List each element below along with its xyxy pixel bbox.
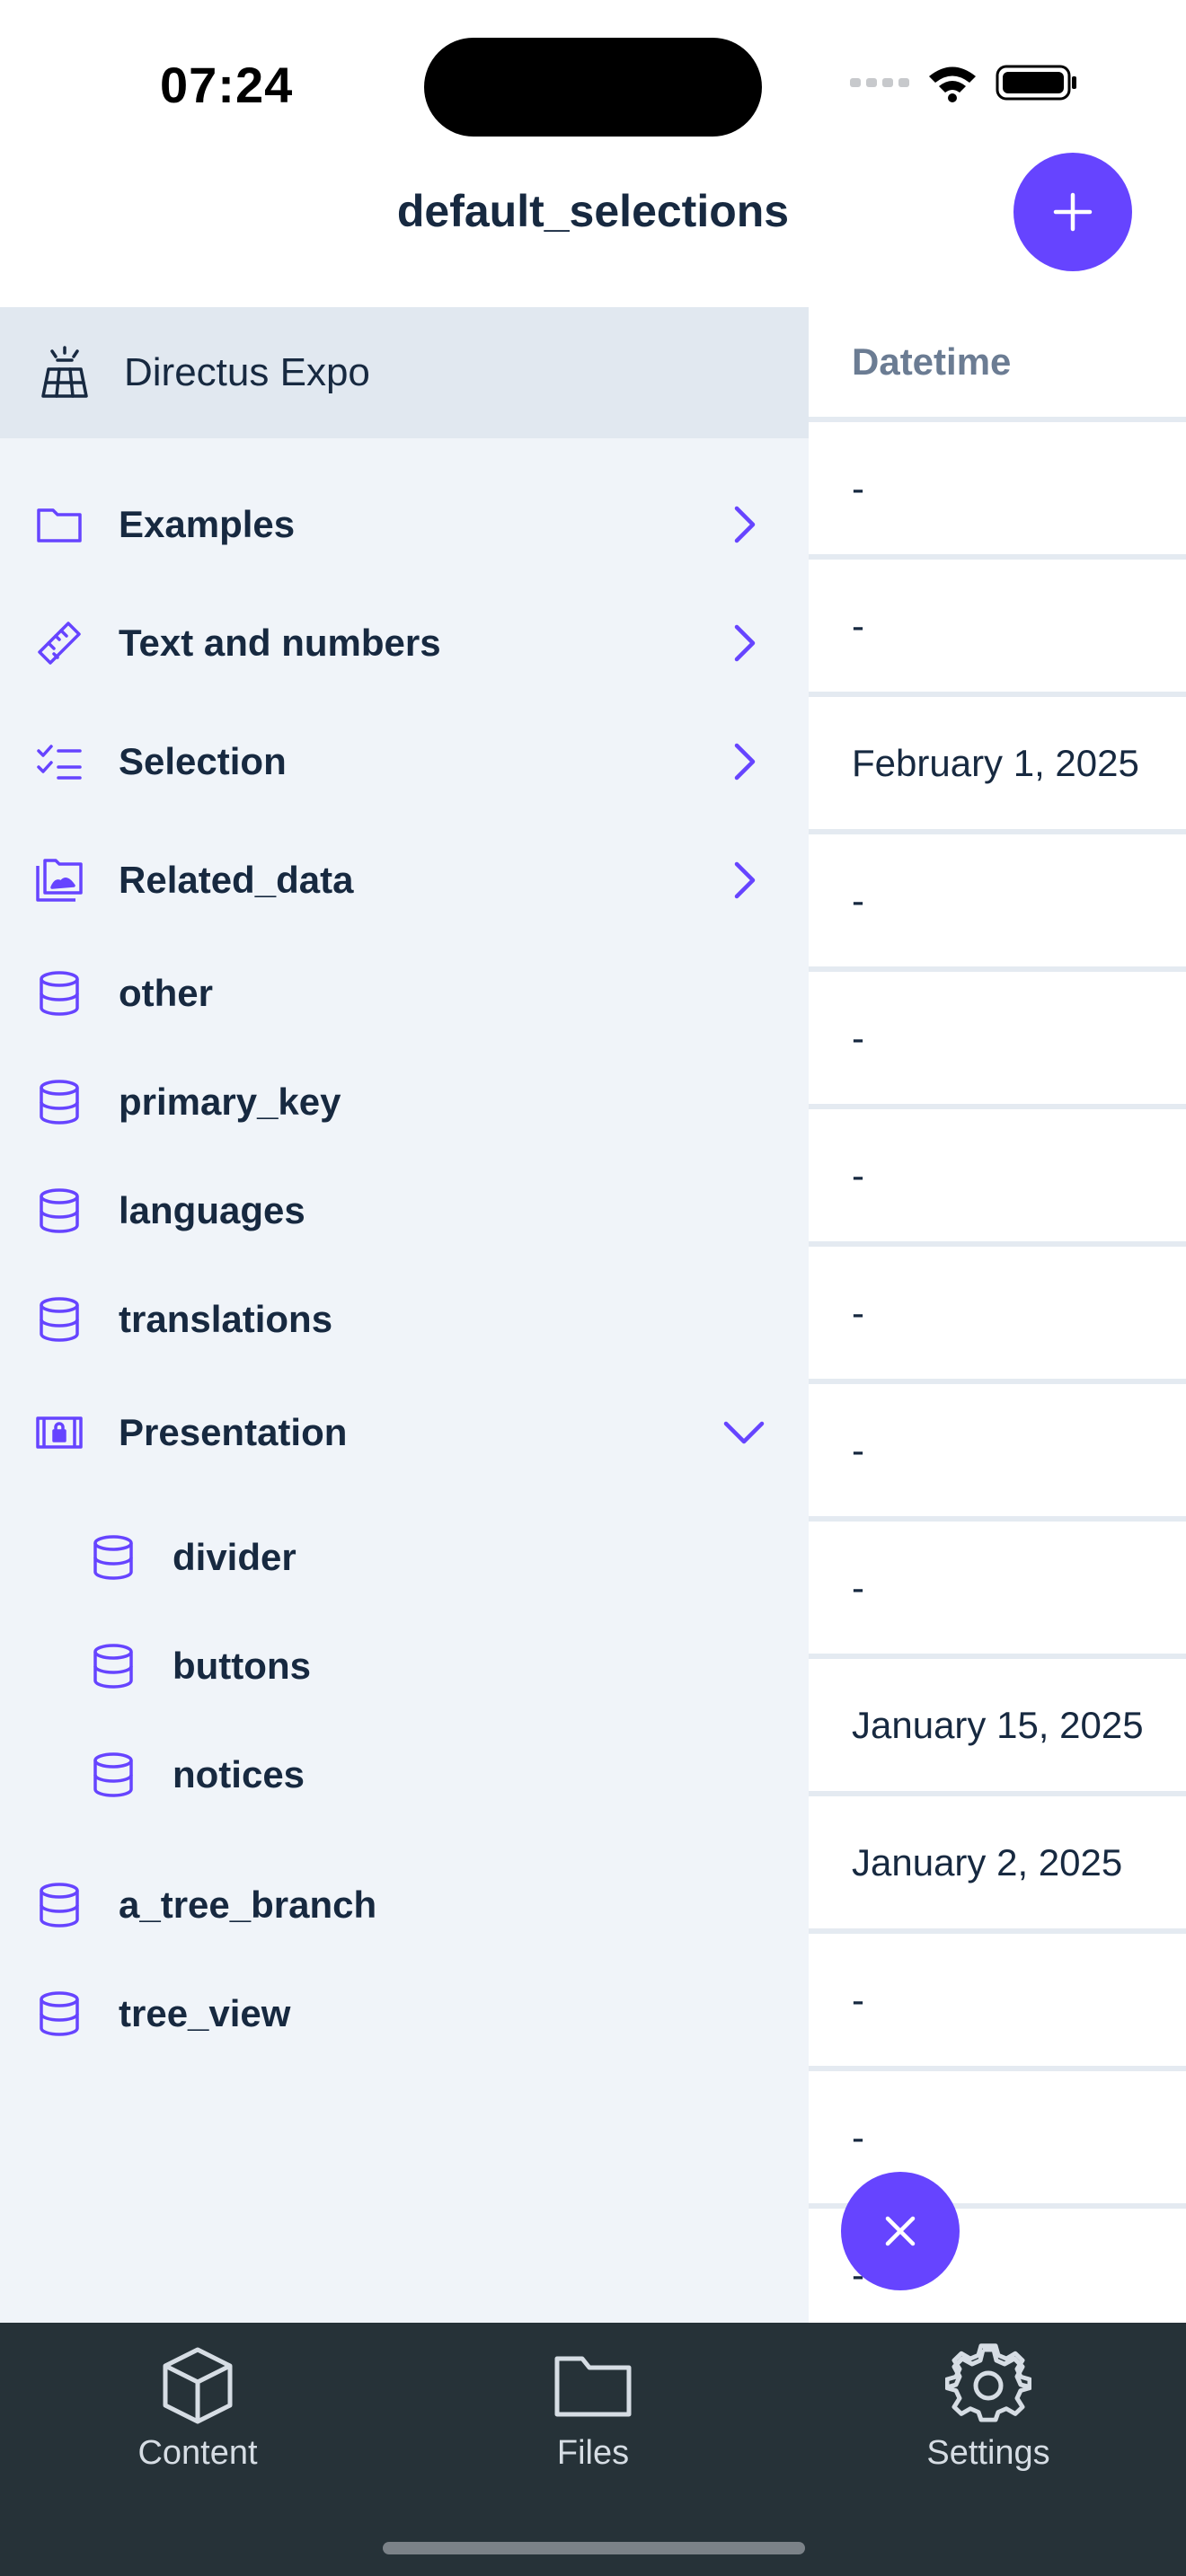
folder-icon	[554, 2356, 632, 2417]
locked-panel-icon	[34, 1407, 84, 1458]
sidebar-item-label: languages	[119, 1189, 305, 1231]
table-row[interactable]: -	[809, 560, 1186, 697]
sidebar-item-examples[interactable]: Examples	[0, 480, 809, 569]
chevron-right-icon[interactable]	[719, 737, 769, 787]
header: default_selections	[0, 153, 1186, 307]
tab-bar: Content Files Settings	[0, 2323, 1186, 2576]
cube-icon	[163, 2347, 233, 2424]
database-icon	[88, 1750, 138, 1800]
table-row[interactable]: -	[809, 1522, 1186, 1659]
database-icon	[34, 1989, 84, 2039]
database-icon	[34, 1294, 84, 1345]
sidebar-item-label: primary_key	[119, 1081, 341, 1123]
sidebar-item-label: Examples	[119, 503, 296, 545]
sidebar-item-notices[interactable]: notices	[0, 1730, 809, 1820]
sidebar-item-selection[interactable]: Selection	[0, 717, 809, 807]
sidebar-item-label: Related_data	[119, 859, 354, 901]
status-bar: 07:24	[0, 0, 1186, 153]
table-row[interactable]: -	[809, 1109, 1186, 1247]
sidebar-item-other[interactable]: other	[0, 948, 809, 1038]
chevron-down-icon[interactable]	[719, 1407, 769, 1458]
sidebar-item-label: translations	[119, 1298, 333, 1340]
plus-icon	[1053, 192, 1093, 232]
sidebar-item-tree-view[interactable]: tree_view	[0, 1969, 809, 2059]
items-table: Datetime - - February 1, 2025 - - - - - …	[809, 307, 1186, 2323]
photo-folder-icon	[34, 855, 84, 905]
ruler-icon	[34, 618, 84, 668]
table-row[interactable]: -	[809, 1247, 1186, 1384]
sidebar-item-presentation[interactable]: Presentation	[0, 1388, 809, 1478]
chevron-right-icon[interactable]	[719, 855, 769, 905]
sidebar-item-label: a_tree_branch	[119, 1883, 377, 1926]
database-icon	[88, 1641, 138, 1691]
table-row[interactable]: -	[809, 422, 1186, 560]
checklist-icon	[34, 737, 84, 787]
table-row[interactable]: February 1, 2025	[809, 697, 1186, 834]
sidebar-item-translations[interactable]: translations	[0, 1275, 809, 1364]
folder-icon	[34, 499, 84, 550]
table-row[interactable]: -	[809, 1934, 1186, 2071]
sidebar-item-related-data[interactable]: Related_data	[0, 835, 809, 925]
battery-icon	[996, 65, 1076, 101]
table-row[interactable]: -	[809, 1384, 1186, 1522]
sidebar-item-divider[interactable]: divider	[0, 1513, 809, 1602]
chevron-right-icon[interactable]	[719, 499, 769, 550]
sidebar-item-text-and-numbers[interactable]: Text and numbers	[0, 598, 809, 688]
home-indicator	[383, 2542, 805, 2554]
database-icon	[34, 1186, 84, 1236]
sidebar-item-a-tree-branch[interactable]: a_tree_branch	[0, 1860, 809, 1950]
table-row[interactable]: January 15, 2025	[809, 1659, 1186, 1796]
column-header-datetime[interactable]: Datetime	[809, 307, 1186, 422]
database-icon	[34, 1880, 84, 1930]
chevron-right-icon[interactable]	[719, 618, 769, 668]
table-row[interactable]: -	[809, 972, 1186, 1109]
database-icon	[34, 1077, 84, 1127]
project-switcher[interactable]: Directus Expo	[0, 307, 809, 438]
sidebar-item-label: divider	[173, 1536, 296, 1578]
sidebar-item-label: Text and numbers	[119, 622, 441, 664]
navigation-sidebar: Directus Expo Examples Text and numbers …	[0, 307, 809, 2323]
sidebar-item-label: tree_view	[119, 1992, 291, 2034]
status-time: 07:24	[160, 57, 294, 113]
sidebar-item-label: other	[119, 972, 213, 1014]
tab-content[interactable]: Content	[63, 2342, 332, 2473]
add-item-button[interactable]	[1013, 153, 1132, 271]
solar-panel-icon	[41, 346, 88, 398]
sidebar-item-primary-key[interactable]: primary_key	[0, 1057, 809, 1147]
table-row[interactable]: -	[809, 834, 1186, 972]
sidebar-item-label: Presentation	[119, 1411, 348, 1453]
wifi-icon	[929, 66, 976, 102]
tab-label: Content	[137, 2434, 258, 2472]
sidebar-item-label: notices	[173, 1753, 305, 1795]
database-icon	[88, 1532, 138, 1583]
dynamic-island	[424, 38, 762, 137]
table-row[interactable]: January 2, 2025	[809, 1796, 1186, 1934]
tab-label: Settings	[926, 2434, 1050, 2472]
close-sidebar-button[interactable]	[841, 2172, 960, 2290]
sidebar-item-label: Selection	[119, 740, 287, 782]
page-title: default_selections	[396, 186, 790, 236]
close-icon	[885, 2216, 916, 2246]
database-icon	[34, 968, 84, 1019]
gear-icon	[945, 2343, 1031, 2422]
tab-files[interactable]: Files	[458, 2342, 728, 2473]
sidebar-item-languages[interactable]: languages	[0, 1166, 809, 1256]
project-name: Directus Expo	[124, 350, 370, 394]
status-icons	[850, 63, 1078, 102]
sidebar-item-buttons[interactable]: buttons	[0, 1621, 809, 1711]
sidebar-item-label: buttons	[173, 1645, 311, 1687]
tab-settings[interactable]: Settings	[854, 2342, 1123, 2473]
tab-label: Files	[556, 2434, 630, 2472]
cellular-signal-icon	[850, 78, 909, 87]
